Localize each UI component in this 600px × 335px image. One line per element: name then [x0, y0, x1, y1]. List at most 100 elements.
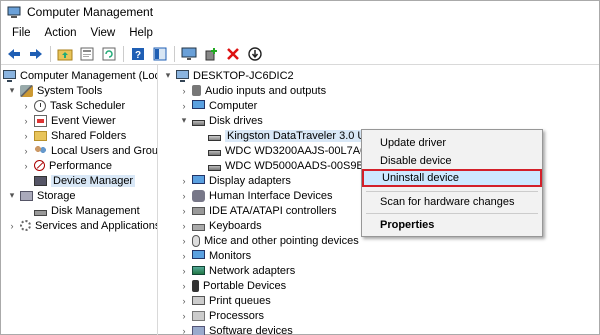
show-hide-icon[interactable]	[151, 45, 169, 63]
chevron-right-icon[interactable]: ›	[179, 191, 189, 201]
chevron-right-icon[interactable]: ›	[179, 86, 189, 96]
device-category-computer[interactable]: › Computer	[179, 98, 258, 113]
device-category-label: Disk drives	[209, 114, 263, 127]
device-category-label: Mice and other pointing devices	[204, 234, 359, 247]
device-category-processors[interactable]: › Processors	[179, 308, 265, 323]
chevron-right-icon[interactable]: ›	[21, 131, 31, 141]
users-icon	[34, 144, 47, 157]
tree-item-event-viewer[interactable]: › Event Viewer	[21, 113, 116, 128]
chevron-right-icon[interactable]: ›	[179, 311, 189, 321]
device-category-audio[interactable]: › Audio inputs and outputs	[179, 83, 327, 98]
menu-separator	[366, 191, 538, 192]
tree-item-performance[interactable]: › Performance	[21, 158, 112, 173]
forward-icon[interactable]	[27, 45, 45, 63]
chevron-right-icon[interactable]: ›	[179, 101, 189, 111]
device-category-hid[interactable]: › Human Interface Devices	[179, 188, 333, 203]
device-category-print[interactable]: › Print queues	[179, 293, 271, 308]
chevron-down-icon[interactable]: ▾	[163, 70, 173, 81]
chevron-right-icon[interactable]: ›	[179, 266, 189, 276]
computer-management-icon	[7, 5, 21, 19]
menu-help[interactable]: Help	[122, 27, 160, 39]
chevron-right-icon[interactable]: ›	[179, 176, 189, 186]
device-category-monitors[interactable]: › Monitors	[179, 248, 252, 263]
device-manager-icon	[34, 175, 47, 186]
menu-item-disable-device[interactable]: Disable device	[362, 152, 542, 170]
tree-item-label: Device Manager	[51, 174, 136, 187]
device-category-label: IDE ATA/ATAPI controllers	[209, 204, 337, 217]
network-adapter-icon	[192, 266, 205, 275]
device-category-software[interactable]: › Software devices	[179, 323, 293, 335]
tools-icon	[20, 84, 33, 97]
disk-drive-icon	[208, 164, 221, 171]
device-category-display[interactable]: › Display adapters	[179, 173, 291, 188]
chevron-right-icon[interactable]: ›	[179, 326, 189, 335]
tree-item-disk-management[interactable]: Disk Management	[34, 203, 140, 218]
install-icon[interactable]	[246, 45, 264, 63]
device-category-label: Print queues	[209, 294, 271, 307]
tree-item-shared-folders[interactable]: › Shared Folders	[21, 128, 127, 143]
device-category-network[interactable]: › Network adapters	[179, 263, 296, 278]
remove-icon[interactable]	[224, 45, 242, 63]
add-driver-icon[interactable]	[202, 45, 220, 63]
tree-item-storage[interactable]: ▾ Storage	[7, 188, 76, 203]
device-category-ide[interactable]: › IDE ATA/ATAPI controllers	[179, 203, 337, 218]
properties-icon[interactable]	[78, 45, 96, 63]
title-bar: Computer Management	[1, 1, 599, 23]
menu-item-scan-hardware[interactable]: Scan for hardware changes	[362, 193, 542, 211]
menu-action[interactable]: Action	[38, 27, 84, 39]
chevron-right-icon[interactable]: ›	[21, 101, 31, 111]
chevron-right-icon[interactable]: ›	[7, 221, 17, 231]
help-icon[interactable]: ?	[129, 45, 147, 63]
tree-item-local-users[interactable]: › Local Users and Groups	[21, 143, 158, 158]
menu-file[interactable]: File	[5, 27, 38, 39]
tree-item-services[interactable]: › Services and Applications	[7, 218, 158, 233]
chevron-right-icon[interactable]: ›	[179, 206, 189, 216]
chevron-down-icon[interactable]: ▾	[7, 190, 17, 201]
chevron-right-icon[interactable]: ›	[21, 146, 31, 156]
monitor-icon[interactable]	[180, 45, 198, 63]
toolbar-separator	[50, 45, 51, 62]
device-category-label: Display adapters	[209, 174, 291, 187]
menu-item-uninstall-device[interactable]: Uninstall device	[362, 169, 542, 187]
storage-icon	[20, 190, 33, 201]
device-category-disk-drives[interactable]: ▾ Disk drives	[179, 113, 263, 128]
device-category-portable[interactable]: › Portable Devices	[179, 278, 286, 293]
services-icon	[20, 220, 31, 231]
tree-item-label: Task Scheduler	[50, 99, 126, 112]
tree-item-system-tools[interactable]: ▾ System Tools	[7, 83, 102, 98]
device-wdc-1[interactable]: WDC WD3200AAJS-00L7A0 A	[208, 143, 376, 158]
chevron-right-icon[interactable]: ›	[179, 251, 189, 261]
chevron-down-icon[interactable]: ▾	[7, 85, 17, 96]
chevron-right-icon[interactable]: ›	[179, 221, 189, 231]
chevron-right-icon[interactable]: ›	[21, 116, 31, 126]
chevron-right-icon[interactable]: ›	[179, 281, 189, 291]
computer-icon	[176, 70, 189, 82]
device-category-label: Audio inputs and outputs	[205, 84, 327, 97]
up-folder-icon[interactable]	[56, 45, 74, 63]
chevron-right-icon[interactable]: ›	[179, 296, 189, 306]
device-category-label: Network adapters	[209, 264, 296, 277]
computer-management-window: Computer Management File Action View Hel…	[0, 0, 600, 335]
context-menu: Update driver Disable device Uninstall d…	[361, 129, 543, 237]
computer-name: DESKTOP-JC6DIC2	[193, 69, 294, 82]
device-category-label: Processors	[209, 309, 265, 322]
refresh-icon[interactable]	[100, 45, 118, 63]
tree-item-device-manager[interactable]: Device Manager	[34, 173, 136, 188]
device-tree-root[interactable]: ▾ DESKTOP-JC6DIC2	[163, 68, 294, 83]
device-wdc-2[interactable]: WDC WD5000AADS-00S9B0 A	[208, 158, 380, 173]
menu-item-properties[interactable]: Properties	[362, 216, 542, 234]
tree-item-computer-management[interactable]: Computer Management (Local	[3, 68, 157, 83]
menu-view[interactable]: View	[84, 27, 123, 39]
back-icon[interactable]	[5, 45, 23, 63]
chevron-right-icon[interactable]: ›	[179, 236, 189, 246]
keyboard-icon	[192, 223, 205, 231]
clock-icon	[34, 99, 46, 112]
tree-item-task-scheduler[interactable]: › Task Scheduler	[21, 98, 125, 113]
speaker-icon	[192, 85, 201, 96]
chevron-right-icon[interactable]: ›	[21, 161, 31, 171]
tree-item-label: Local Users and Groups	[51, 144, 158, 157]
device-category-mice[interactable]: › Mice and other pointing devices	[179, 233, 359, 248]
device-category-keyboards[interactable]: › Keyboards	[179, 218, 262, 233]
chevron-down-icon[interactable]: ▾	[179, 115, 189, 126]
menu-item-update-driver[interactable]: Update driver	[362, 134, 542, 152]
